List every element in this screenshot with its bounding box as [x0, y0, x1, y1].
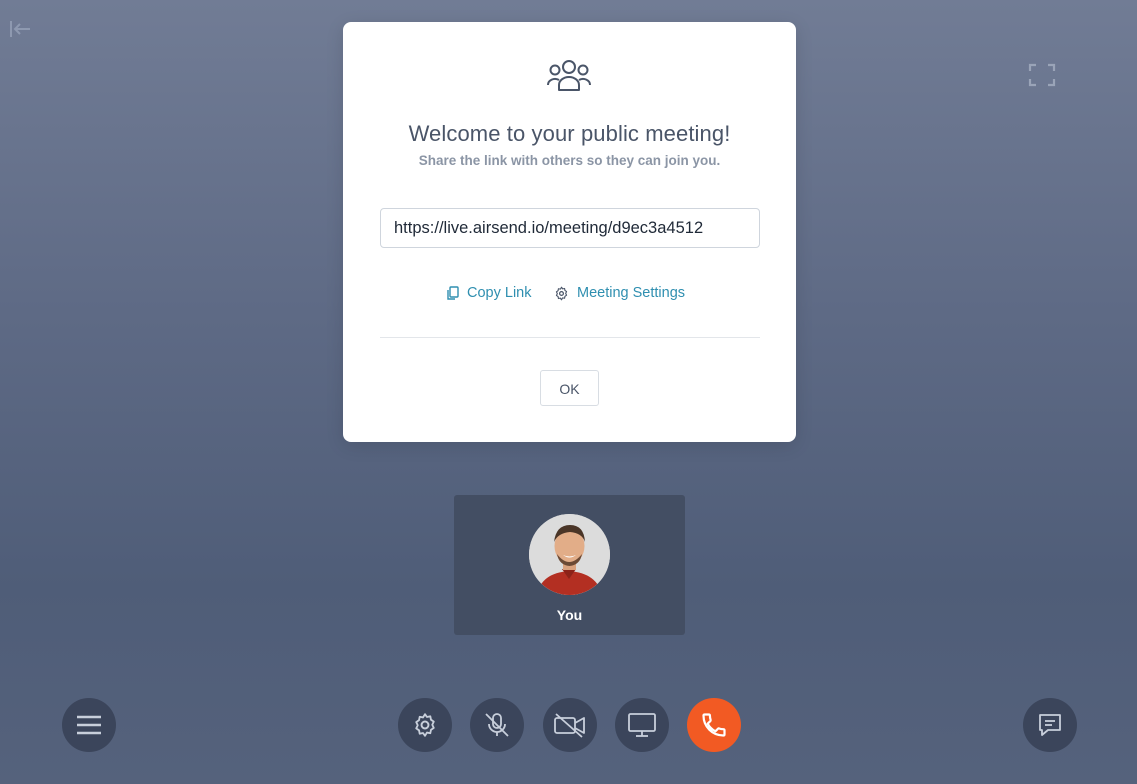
gear-icon [555, 286, 568, 300]
camera-toggle-button[interactable] [543, 698, 597, 752]
participant-tile: You [454, 495, 685, 635]
share-screen-button[interactable] [615, 698, 669, 752]
avatar [529, 514, 610, 595]
meeting-settings-label: Meeting Settings [577, 285, 686, 301]
fullscreen-icon[interactable] [1028, 63, 1056, 87]
copy-link-button[interactable]: Copy Link [446, 283, 531, 303]
menu-button[interactable] [62, 698, 116, 752]
collapse-sidebar-icon[interactable] [8, 18, 32, 40]
end-call-button[interactable] [687, 698, 741, 752]
chat-icon [1039, 714, 1061, 736]
screen-share-icon [628, 713, 656, 737]
meeting-link-input[interactable] [380, 208, 760, 248]
modal-title: Welcome to your public meeting! [408, 121, 731, 146]
video-off-icon [554, 713, 585, 738]
participant-name: You [556, 607, 583, 623]
gear-icon [415, 713, 435, 737]
meeting-settings-button[interactable]: Meeting Settings [554, 283, 685, 303]
modal-actions: Copy Link Meeting Settings [343, 283, 796, 303]
phone-hangup-icon [702, 713, 726, 737]
ok-button[interactable]: OK [540, 370, 599, 406]
menu-icon [77, 715, 101, 735]
modal-subtitle: Share the link with others so they can j… [418, 153, 721, 168]
mute-microphone-button[interactable] [470, 698, 524, 752]
modal-divider [380, 337, 760, 338]
copy-icon [447, 285, 459, 300]
users-group-icon [545, 58, 593, 94]
settings-button[interactable] [398, 698, 452, 752]
microphone-muted-icon [485, 713, 509, 737]
welcome-modal: Welcome to your public meeting! Share th… [343, 22, 796, 442]
copy-link-label: Copy Link [467, 285, 532, 301]
chat-button[interactable] [1023, 698, 1077, 752]
